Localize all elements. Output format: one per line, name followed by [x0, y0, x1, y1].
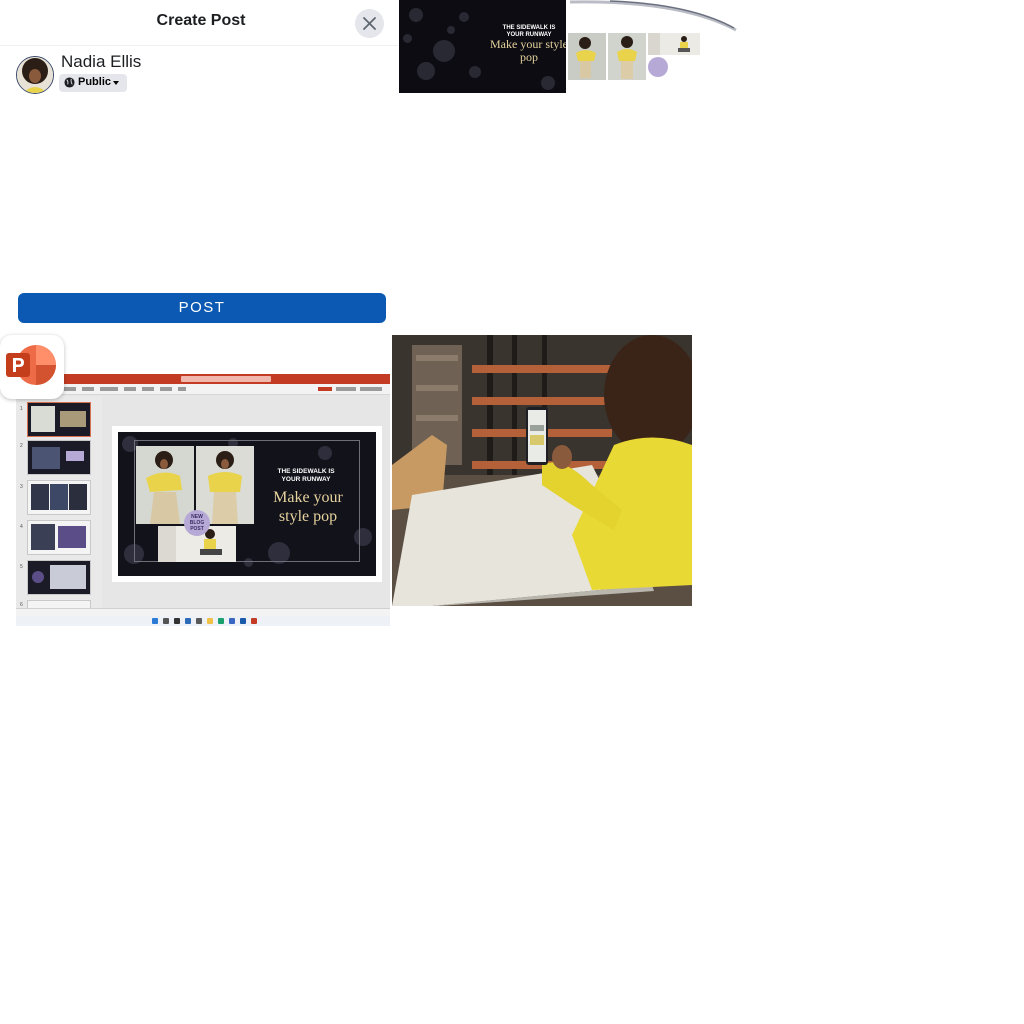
windows-taskbar — [16, 616, 390, 626]
photo-thumbnail-2 — [608, 33, 646, 80]
powerpoint-search-box[interactable] — [181, 376, 271, 382]
ribbon-tab[interactable] — [64, 387, 76, 391]
powerpoint-taskbar-icon[interactable] — [251, 618, 257, 624]
globe-icon — [64, 77, 75, 88]
search-icon[interactable] — [163, 618, 169, 624]
comments-button[interactable] — [336, 387, 356, 391]
windows-start-icon[interactable] — [152, 618, 158, 624]
slide-preview: THE SIDEWALK IS YOUR RUNWAY Make your st… — [399, 0, 566, 93]
slide-number: 1 — [20, 406, 23, 412]
slide-thumbnail-2[interactable] — [27, 440, 91, 475]
ribbon-tab[interactable] — [160, 387, 172, 391]
slide-editor-canvas[interactable]: NEW BLOG POST THE SIDEWALK IS YOUR RUNWA… — [112, 426, 382, 582]
slide-title: Make your style pop — [490, 37, 566, 64]
create-post-dialog: Create Post Nadia Ellis Public POST — [0, 0, 398, 335]
close-button[interactable] — [355, 9, 384, 38]
edge-icon[interactable] — [218, 618, 224, 624]
powerpoint-window: 1 2 3 4 5 6 NEW BLOG POST THE SIDEWALK I… — [16, 374, 390, 626]
audience-selector[interactable]: Public — [59, 74, 127, 92]
editing-button[interactable] — [360, 387, 382, 391]
slide-main-kicker: THE SIDEWALK IS YOUR RUNWAY — [277, 468, 335, 483]
slide-thumbnail-3[interactable] — [27, 480, 91, 515]
blog-badge-small — [648, 57, 668, 77]
dialog-divider — [0, 45, 398, 46]
task-view-icon[interactable] — [174, 618, 180, 624]
share-button[interactable] — [318, 387, 332, 391]
widgets-icon[interactable] — [185, 618, 191, 624]
user-name: Nadia Ellis — [61, 52, 142, 71]
photo-thumbnail-1 — [568, 33, 606, 80]
outlook-icon[interactable] — [240, 618, 246, 624]
decorative-swoosh — [570, 0, 737, 32]
avatar — [16, 56, 54, 94]
photo-woman-with-phone — [392, 335, 692, 606]
slide-thumbnail-4[interactable] — [27, 520, 91, 555]
slide-thumbnail-pane: 1 2 3 4 5 6 — [16, 396, 102, 626]
store-icon[interactable] — [229, 618, 235, 624]
caret-down-icon — [113, 81, 119, 85]
ribbon-tab[interactable] — [142, 387, 154, 391]
audience-label: Public — [78, 76, 112, 88]
ribbon-tab[interactable] — [178, 387, 186, 391]
slide-number: 4 — [20, 524, 23, 530]
slide-number: 3 — [20, 484, 23, 490]
slide-number: 5 — [20, 564, 23, 570]
close-icon — [363, 17, 376, 30]
slide-number: 2 — [20, 443, 23, 449]
current-slide: NEW BLOG POST THE SIDEWALK IS YOUR RUNWA… — [118, 432, 376, 576]
post-text-input[interactable] — [20, 100, 384, 284]
new-blog-post-badge: NEW BLOG POST — [184, 510, 210, 536]
ribbon-tab[interactable] — [100, 387, 118, 391]
chat-icon[interactable] — [196, 618, 202, 624]
slide-thumbnail-5[interactable] — [27, 560, 91, 595]
ribbon-tab[interactable] — [82, 387, 94, 391]
powerpoint-icon — [0, 335, 64, 399]
slide-thumbnail-1[interactable] — [27, 402, 91, 437]
slide-main-title: Make your style pop — [273, 489, 343, 525]
photo-thumbnail-3 — [648, 33, 700, 55]
slide-photo-1 — [136, 446, 194, 524]
post-button[interactable]: POST — [18, 293, 386, 323]
ribbon-tab[interactable] — [124, 387, 136, 391]
file-explorer-icon[interactable] — [207, 618, 213, 624]
dialog-title: Create Post — [156, 12, 246, 29]
